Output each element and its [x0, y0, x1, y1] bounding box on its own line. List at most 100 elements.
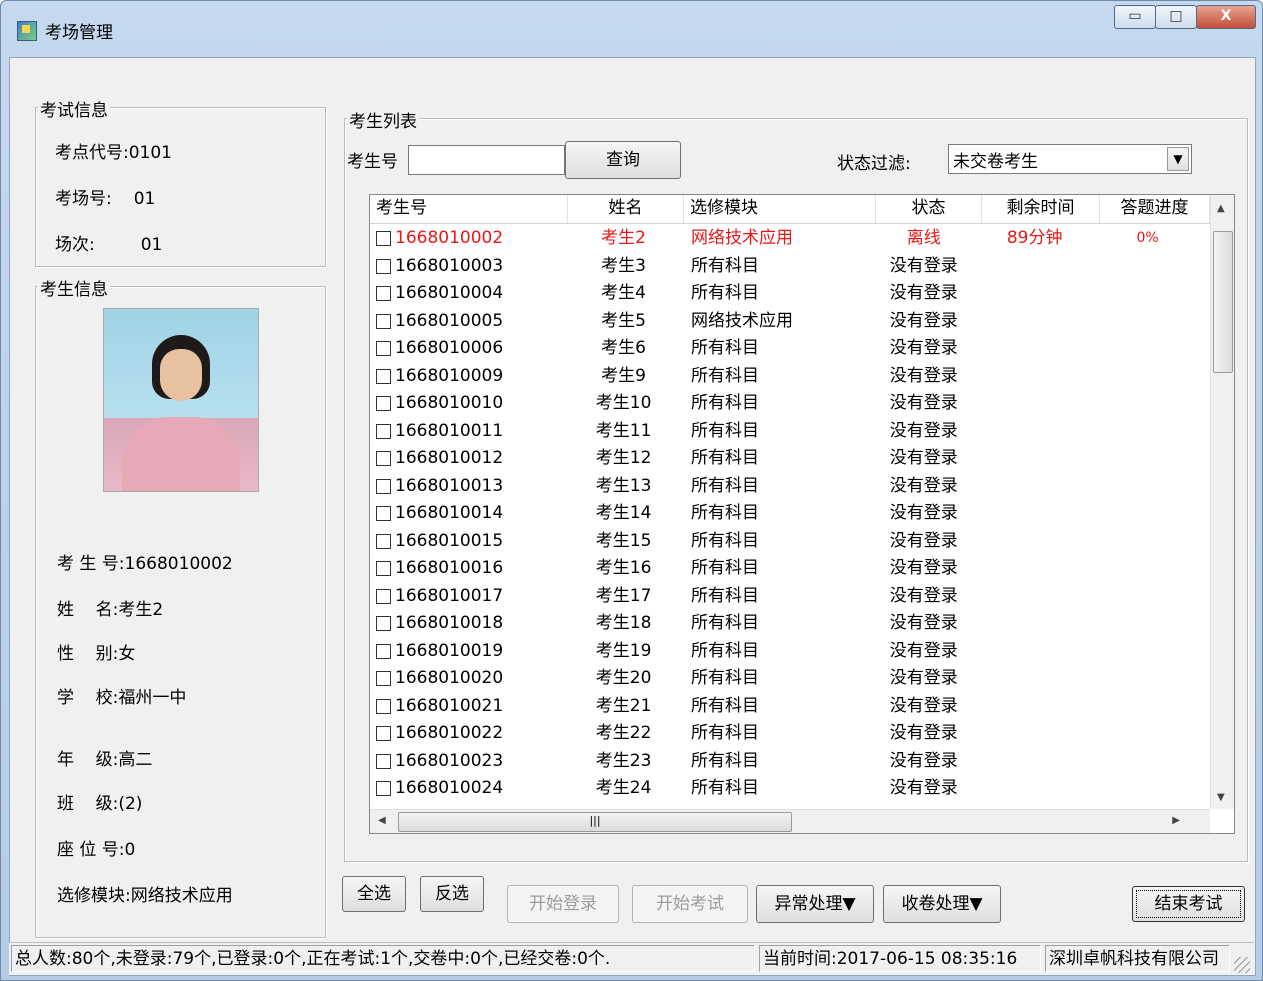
- row-checkbox[interactable]: [376, 341, 391, 357]
- col-header-id[interactable]: 考生号: [370, 195, 568, 223]
- table-row[interactable]: 1668010015 考生15 所有科目 没有登录: [370, 528, 1202, 556]
- cell-name: 考生24: [595, 778, 652, 798]
- cell-id: 1668010006: [370, 335, 566, 363]
- row-checkbox[interactable]: [376, 671, 391, 687]
- table-row[interactable]: 1668010016 考生16 所有科目 没有登录: [370, 555, 1202, 583]
- cell-remaining: [976, 610, 1093, 638]
- cell-id-text: 1668010021: [395, 695, 504, 716]
- row-checkbox[interactable]: [376, 533, 391, 549]
- table-row[interactable]: 1668010014 考生14 所有科目 没有登录: [370, 500, 1202, 528]
- row-checkbox[interactable]: [376, 753, 391, 769]
- cell-progress: [1093, 280, 1202, 308]
- cell-module: 所有科目: [691, 283, 760, 303]
- col-header-remaining[interactable]: 剩余时间: [982, 195, 1100, 223]
- cell-id-text: 1668010006: [395, 338, 504, 359]
- end-exam-button[interactable]: 结束考试: [1132, 886, 1245, 922]
- row-checkbox[interactable]: [376, 478, 391, 494]
- row-checkbox[interactable]: [376, 368, 391, 384]
- table-row[interactable]: 1668010018 考生18 所有科目 没有登录: [370, 610, 1202, 638]
- cell-id-text: 1668010019: [395, 640, 504, 661]
- row-checkbox[interactable]: [376, 451, 391, 467]
- col-header-name[interactable]: 姓名: [568, 195, 684, 223]
- cell-remaining: [976, 528, 1093, 556]
- scroll-up-icon[interactable]: ▲: [1217, 203, 1225, 214]
- row-checkbox[interactable]: [376, 698, 391, 714]
- cell-progress: [1093, 693, 1202, 721]
- table-row[interactable]: 1668010003 考生3 所有科目 没有登录: [370, 253, 1202, 281]
- chevron-down-icon[interactable]: ▼: [1167, 147, 1189, 171]
- table-row[interactable]: 1668010024 考生24 所有科目 没有登录: [370, 775, 1202, 803]
- col-header-status[interactable]: 状态: [876, 195, 982, 223]
- cell-id: 1668010015: [370, 528, 566, 556]
- row-checkbox[interactable]: [376, 423, 391, 439]
- maximize-button[interactable]: □: [1155, 5, 1197, 29]
- table-row[interactable]: 1668010023 考生23 所有科目 没有登录: [370, 748, 1202, 776]
- exam-info-title: 考试信息: [38, 96, 110, 121]
- student-id-search-input[interactable]: [408, 145, 565, 175]
- table-row[interactable]: 1668010006 考生6 所有科目 没有登录: [370, 335, 1202, 363]
- cell-id-text: 1668010022: [395, 723, 504, 744]
- table-row[interactable]: 1668010011 考生11 所有科目 没有登录: [370, 418, 1202, 446]
- row-checkbox[interactable]: [376, 588, 391, 604]
- horizontal-scroll-thumb[interactable]: |||: [398, 812, 792, 832]
- cell-progress: [1093, 638, 1202, 666]
- close-button[interactable]: X: [1196, 5, 1256, 29]
- cell-name: 考生10: [595, 393, 652, 413]
- session-label: 场次:: [55, 235, 95, 255]
- row-checkbox[interactable]: [376, 506, 391, 522]
- cell-remaining: [976, 693, 1093, 721]
- row-checkbox[interactable]: [376, 258, 391, 274]
- title-bar[interactable]: 考场管理 ▭ □ X: [1, 1, 1263, 57]
- cell-remaining: [976, 748, 1093, 776]
- table-row[interactable]: 1668010004 考生4 所有科目 没有登录: [370, 280, 1202, 308]
- row-checkbox[interactable]: [376, 286, 391, 302]
- status-filter-label: 状态过滤:: [837, 154, 911, 174]
- cell-status: 没有登录: [889, 365, 958, 386]
- select-all-button[interactable]: 全选: [342, 876, 406, 912]
- minimize-button[interactable]: ▭: [1114, 5, 1156, 29]
- cell-status: 没有登录: [889, 640, 958, 661]
- horizontal-scrollbar[interactable]: ◀ ||| ▶: [370, 809, 1210, 833]
- scroll-down-icon[interactable]: ▼: [1217, 792, 1225, 803]
- row-checkbox[interactable]: [376, 561, 391, 577]
- start-exam-button[interactable]: 开始考试: [632, 885, 748, 923]
- table-row[interactable]: 1668010010 考生10 所有科目 没有登录: [370, 390, 1202, 418]
- scroll-right-icon[interactable]: ▶: [1172, 815, 1180, 826]
- table-row[interactable]: 1668010013 考生13 所有科目 没有登录: [370, 473, 1202, 501]
- query-button[interactable]: 查询: [565, 141, 681, 179]
- invert-selection-button[interactable]: 反选: [420, 876, 484, 912]
- table-row[interactable]: 1668010019 考生19 所有科目 没有登录: [370, 638, 1202, 666]
- col-header-progress[interactable]: 答题进度: [1100, 195, 1210, 223]
- col-header-module[interactable]: 选修模块: [684, 195, 876, 223]
- row-checkbox[interactable]: [376, 616, 391, 632]
- table-row[interactable]: 1668010005 考生5 网络技术应用 没有登录: [370, 308, 1202, 336]
- cell-id-text: 1668010013: [395, 475, 504, 496]
- row-checkbox[interactable]: [376, 231, 391, 247]
- row-checkbox[interactable]: [376, 781, 391, 797]
- vertical-scrollbar[interactable]: ▲ ▼: [1210, 195, 1234, 809]
- resize-grip-icon[interactable]: [1234, 957, 1250, 973]
- row-checkbox[interactable]: [376, 313, 391, 329]
- table-row[interactable]: 1668010009 考生9 所有科目 没有登录: [370, 363, 1202, 391]
- start-login-button[interactable]: 开始登录: [507, 885, 619, 923]
- status-filter-dropdown[interactable]: 未交卷考生 ▼: [948, 144, 1192, 174]
- table-row[interactable]: 1668010021 考生21 所有科目 没有登录: [370, 693, 1202, 721]
- table-row[interactable]: 1668010002 考生2 网络技术应用 离线 89分钟 0%: [370, 225, 1202, 253]
- vertical-scroll-thumb[interactable]: [1213, 231, 1233, 373]
- cell-id: 1668010005: [370, 308, 566, 336]
- cell-module: 所有科目: [691, 420, 760, 441]
- table-row[interactable]: 1668010022 考生22 所有科目 没有登录: [370, 720, 1202, 748]
- table-row[interactable]: 1668010017 考生17 所有科目 没有登录: [370, 583, 1202, 611]
- exception-handling-button[interactable]: 异常处理▼: [756, 885, 874, 923]
- scroll-left-icon[interactable]: ◀: [378, 815, 386, 826]
- cell-name: 考生12: [595, 448, 652, 468]
- row-checkbox[interactable]: [376, 643, 391, 659]
- cell-status: 没有登录: [889, 750, 958, 771]
- collect-papers-button[interactable]: 收卷处理▼: [883, 885, 1001, 923]
- table-row[interactable]: 1668010012 考生12 所有科目 没有登录: [370, 445, 1202, 473]
- row-checkbox[interactable]: [376, 726, 391, 742]
- table-row[interactable]: 1668010020 考生20 所有科目 没有登录: [370, 665, 1202, 693]
- row-checkbox[interactable]: [376, 396, 391, 412]
- student-list-table[interactable]: 考生号 姓名 选修模块 状态 剩余时间 答题进度 1668010002 考生2 网络…: [369, 194, 1235, 834]
- cell-status: 没有登录: [889, 393, 958, 413]
